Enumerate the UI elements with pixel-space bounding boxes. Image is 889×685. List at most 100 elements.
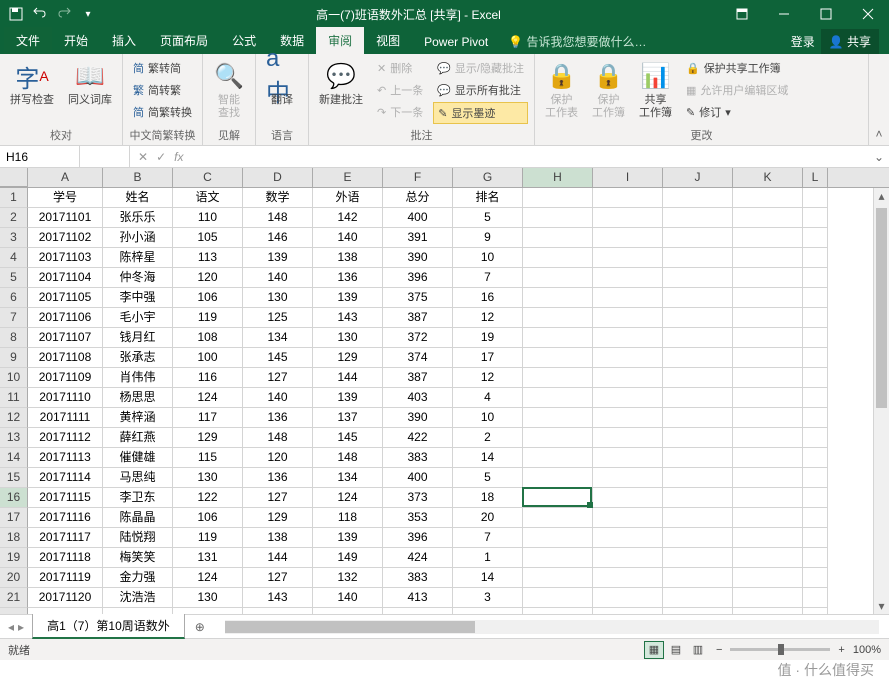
expand-formula-icon[interactable]: ⌄ xyxy=(869,150,889,164)
cell[interactable]: 422 xyxy=(383,428,453,448)
cell[interactable] xyxy=(803,488,828,508)
cell[interactable] xyxy=(523,568,593,588)
cell[interactable]: 142 xyxy=(313,208,383,228)
cell[interactable]: 118 xyxy=(313,508,383,528)
cell[interactable]: 396 xyxy=(383,268,453,288)
qat-dropdown-icon[interactable]: ▾ xyxy=(80,6,96,22)
cell[interactable] xyxy=(28,608,103,614)
cell[interactable] xyxy=(593,448,663,468)
cell[interactable]: 143 xyxy=(313,308,383,328)
cell[interactable] xyxy=(593,228,663,248)
cell[interactable]: 100 xyxy=(173,348,243,368)
undo-icon[interactable] xyxy=(32,6,48,22)
share-workbook-button[interactable]: 📊 共享 工作簿 xyxy=(635,58,676,122)
horizontal-scrollbar[interactable] xyxy=(225,620,879,634)
col-header-C[interactable]: C xyxy=(173,168,243,187)
row-header-21[interactable]: 21 xyxy=(0,588,28,608)
cell[interactable] xyxy=(523,208,593,228)
cell[interactable]: 413 xyxy=(383,588,453,608)
add-sheet-button[interactable]: ⊕ xyxy=(185,620,215,634)
cell[interactable]: 129 xyxy=(173,428,243,448)
cell[interactable] xyxy=(733,588,803,608)
cell[interactable]: 105 xyxy=(173,228,243,248)
cell[interactable] xyxy=(803,328,828,348)
cell[interactable]: 20171113 xyxy=(28,448,103,468)
cell[interactable]: 20 xyxy=(453,508,523,528)
cell[interactable]: 115 xyxy=(173,448,243,468)
cell[interactable] xyxy=(523,388,593,408)
prev-comment-button[interactable]: ↶上一条 xyxy=(373,80,427,100)
cell[interactable] xyxy=(663,508,733,528)
cell[interactable] xyxy=(663,308,733,328)
cell[interactable]: 20171103 xyxy=(28,248,103,268)
name-box[interactable]: H16 xyxy=(0,146,80,167)
cell[interactable]: 5 xyxy=(453,468,523,488)
cell[interactable] xyxy=(523,288,593,308)
cell[interactable]: 387 xyxy=(383,308,453,328)
cell[interactable]: 131 xyxy=(173,548,243,568)
cell[interactable]: 144 xyxy=(313,368,383,388)
vscroll-thumb[interactable] xyxy=(876,208,887,408)
cell[interactable]: 姓名 xyxy=(103,188,173,208)
cell[interactable]: 19 xyxy=(453,328,523,348)
cell[interactable] xyxy=(733,388,803,408)
cell[interactable] xyxy=(523,268,593,288)
cell[interactable]: 134 xyxy=(313,468,383,488)
minimize-button[interactable] xyxy=(763,0,805,28)
next-comment-button[interactable]: ↷下一条 xyxy=(373,102,427,122)
cell[interactable] xyxy=(593,428,663,448)
cell[interactable]: 18 xyxy=(453,488,523,508)
cell[interactable] xyxy=(733,428,803,448)
page-break-view-button[interactable]: ▥ xyxy=(688,641,708,659)
cell[interactable]: 140 xyxy=(243,388,313,408)
page-layout-view-button[interactable]: ▤ xyxy=(666,641,686,659)
cell[interactable]: 李中强 xyxy=(103,288,173,308)
col-header-G[interactable]: G xyxy=(453,168,523,187)
cell[interactable] xyxy=(663,188,733,208)
cell[interactable] xyxy=(593,608,663,614)
cell[interactable] xyxy=(803,448,828,468)
col-header-J[interactable]: J xyxy=(663,168,733,187)
cell[interactable]: 2 xyxy=(453,428,523,448)
cell[interactable] xyxy=(733,448,803,468)
cell[interactable] xyxy=(803,408,828,428)
cell[interactable] xyxy=(593,368,663,388)
cell[interactable]: 1 xyxy=(453,548,523,568)
row-header-5[interactable]: 5 xyxy=(0,268,28,288)
cell[interactable]: 20171105 xyxy=(28,288,103,308)
cell[interactable] xyxy=(803,528,828,548)
trad-to-simp-button[interactable]: 繁简转繁 xyxy=(129,80,196,100)
protect-sheet-button[interactable]: 🔒 保护 工作表 xyxy=(541,58,582,122)
cell[interactable] xyxy=(593,508,663,528)
cell[interactable]: 肖伟伟 xyxy=(103,368,173,388)
cell[interactable] xyxy=(663,428,733,448)
cell[interactable] xyxy=(733,188,803,208)
cell[interactable]: 134 xyxy=(243,328,313,348)
cell[interactable]: 10 xyxy=(453,248,523,268)
col-header-I[interactable]: I xyxy=(593,168,663,187)
thesaurus-button[interactable]: 📖 同义词库 xyxy=(64,58,116,109)
cell[interactable]: 仲冬海 xyxy=(103,268,173,288)
cell[interactable]: 130 xyxy=(313,328,383,348)
cell[interactable]: 130 xyxy=(243,288,313,308)
cell[interactable]: 20171102 xyxy=(28,228,103,248)
cell[interactable] xyxy=(733,348,803,368)
cell[interactable] xyxy=(593,528,663,548)
cell[interactable]: 梅笑笑 xyxy=(103,548,173,568)
tab-review[interactable]: 审阅 xyxy=(316,27,364,54)
cell[interactable] xyxy=(733,548,803,568)
tab-powerpivot[interactable]: Power Pivot xyxy=(412,30,500,54)
cell[interactable]: 374 xyxy=(383,348,453,368)
cell[interactable]: 5 xyxy=(453,208,523,228)
cell[interactable] xyxy=(803,308,828,328)
cell[interactable] xyxy=(803,548,828,568)
cell[interactable] xyxy=(103,608,173,614)
cell[interactable]: 20171116 xyxy=(28,508,103,528)
save-icon[interactable] xyxy=(8,6,24,22)
cell[interactable]: 125 xyxy=(243,308,313,328)
cell[interactable]: 390 xyxy=(383,248,453,268)
cell[interactable]: 14 xyxy=(453,568,523,588)
cell[interactable] xyxy=(663,408,733,428)
cell[interactable] xyxy=(803,188,828,208)
cell[interactable]: 136 xyxy=(243,408,313,428)
